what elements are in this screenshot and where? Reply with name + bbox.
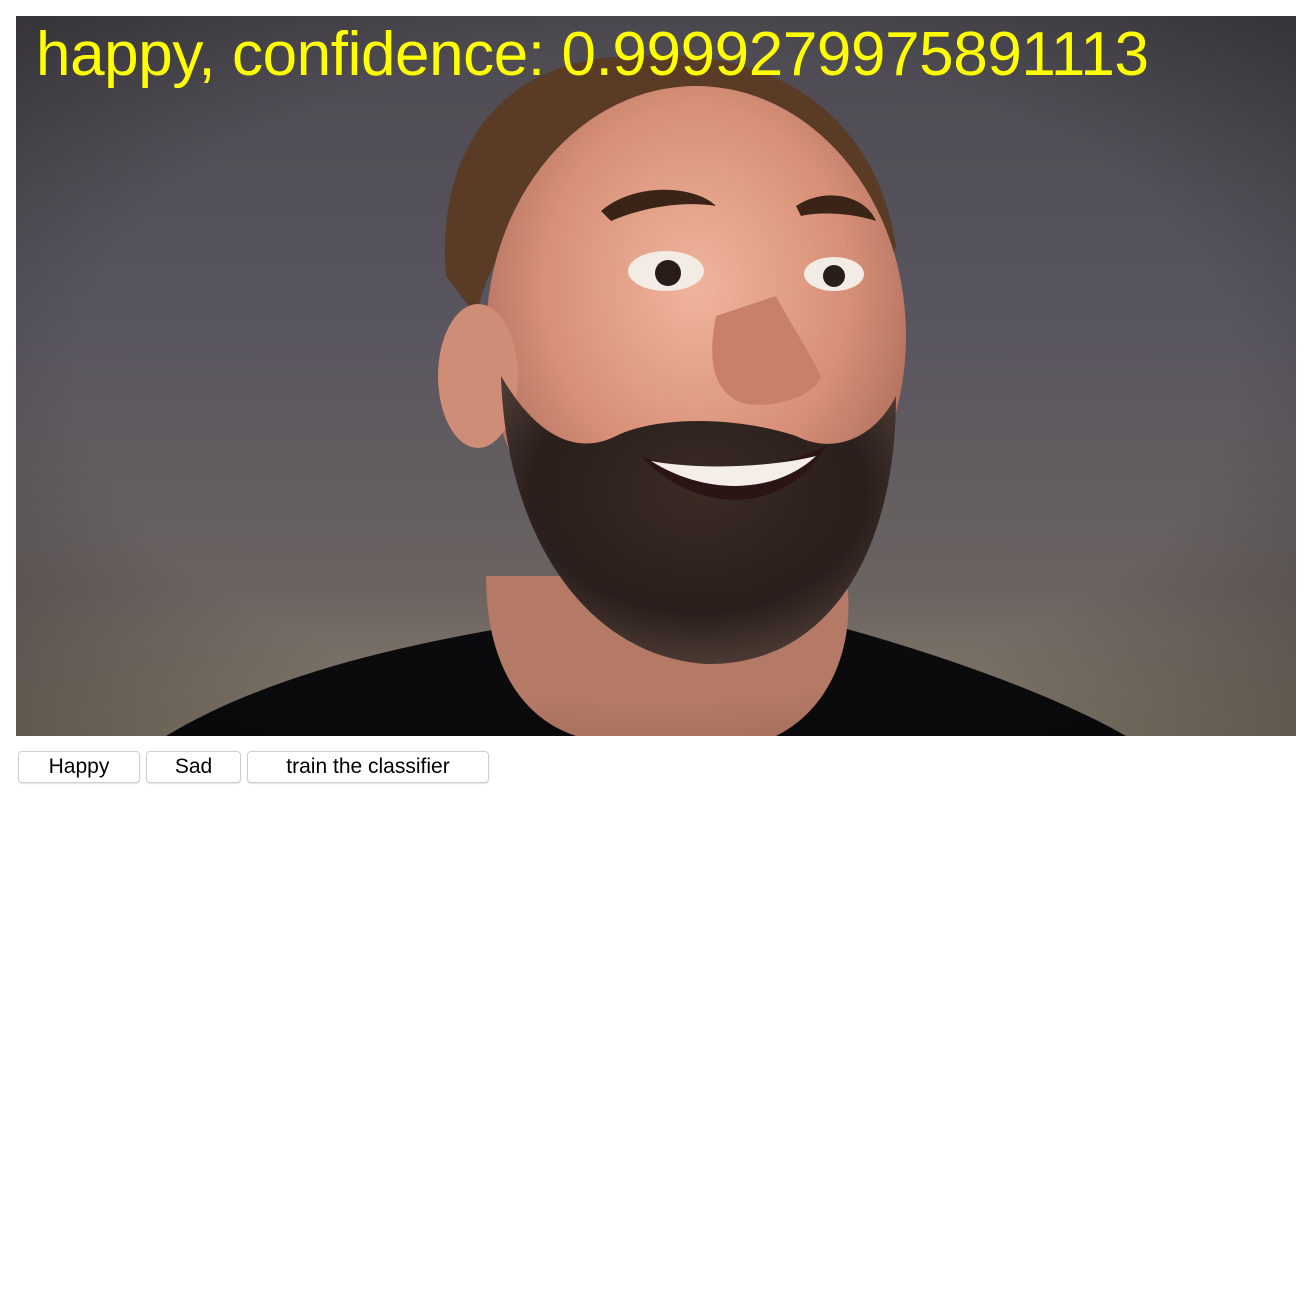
webcam-video: happy, confidence: 0.9999279975891113 <box>16 16 1296 736</box>
happy-button[interactable]: Happy <box>18 751 140 783</box>
prediction-overlay-text: happy, confidence: 0.9999279975891113 <box>36 20 1149 89</box>
controls-bar: Happy Sad train the classifier <box>18 751 489 783</box>
webcam-frame-image <box>16 16 1296 736</box>
train-classifier-button[interactable]: train the classifier <box>247 751 489 783</box>
sad-button[interactable]: Sad <box>146 751 241 783</box>
